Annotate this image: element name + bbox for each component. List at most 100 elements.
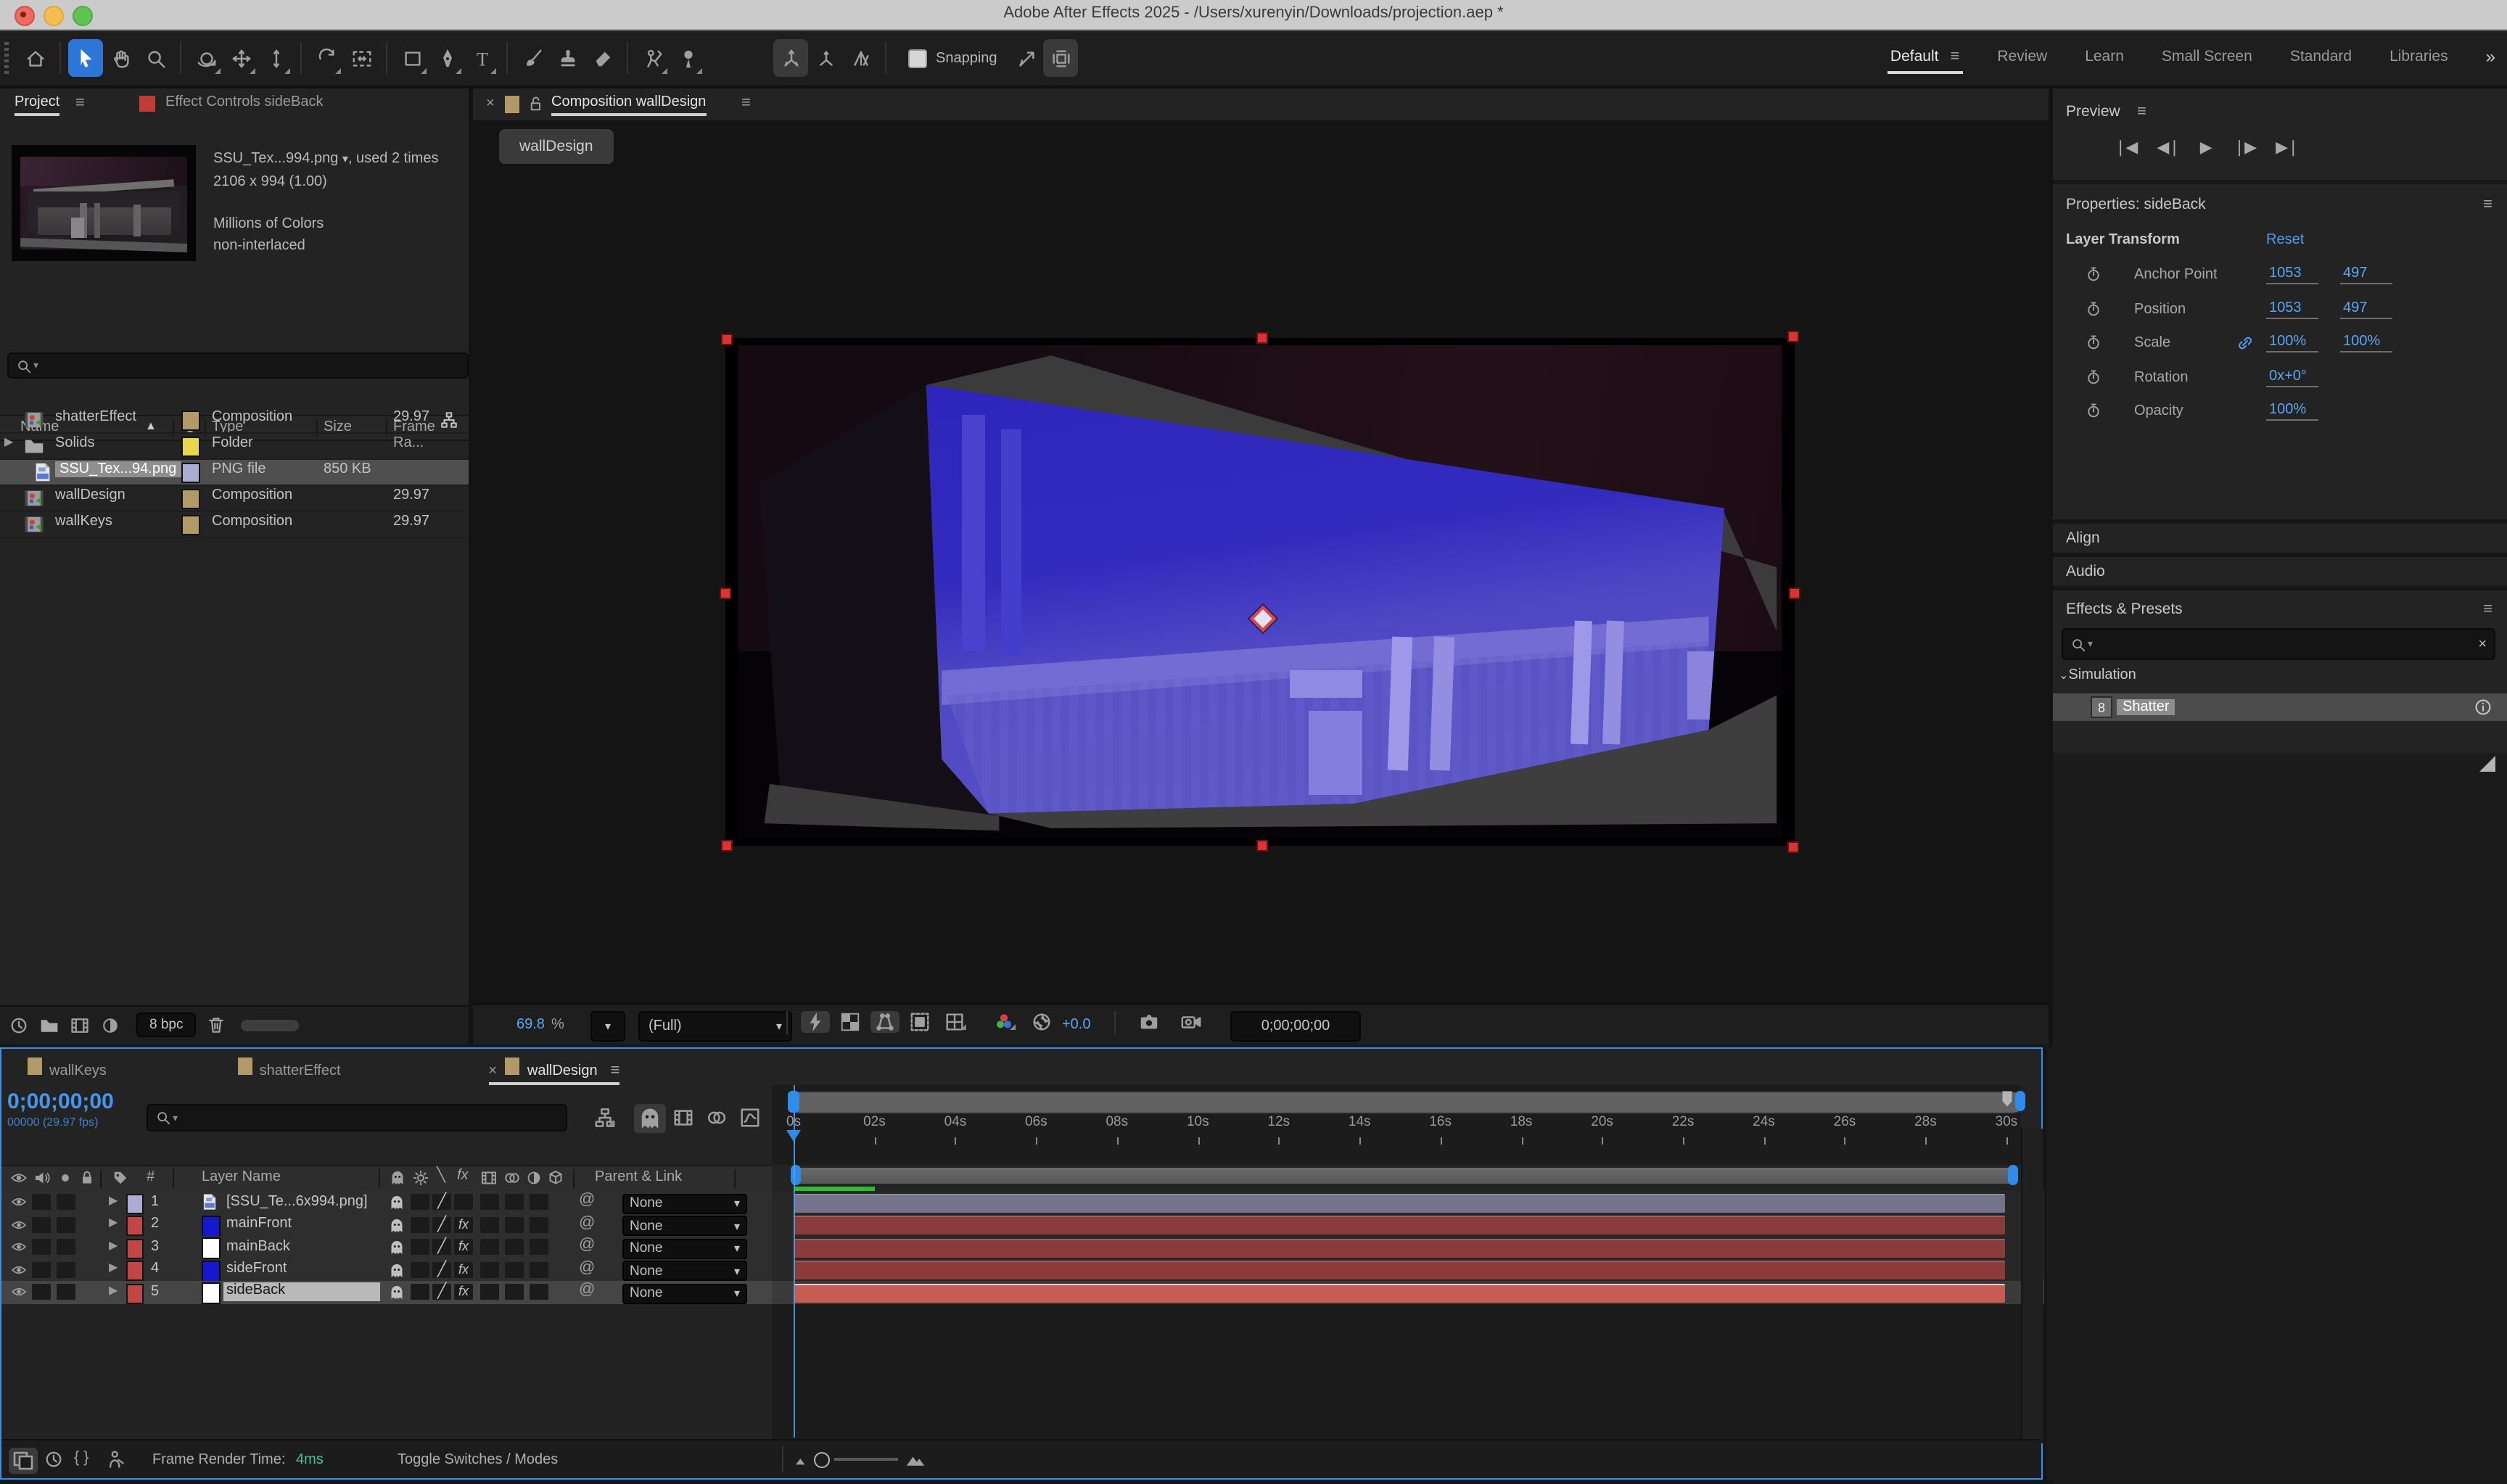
layer-name[interactable]: sideBack (223, 1283, 380, 1302)
toolbar-grip[interactable] (4, 42, 9, 74)
parent-pickwhip-icon[interactable]: @ (579, 1191, 595, 1208)
timeline-zoom-track[interactable] (834, 1458, 898, 1461)
layer-shy-icon[interactable] (387, 1262, 406, 1279)
work-area-bar[interactable] (794, 1168, 2015, 1184)
shy-toggle-icon[interactable] (634, 1104, 666, 1133)
effects-category-simulation[interactable]: ⌄Simulation (2059, 667, 2136, 683)
layer-label-swatch[interactable] (126, 1216, 144, 1236)
workspace-overflow-icon[interactable]: » (2486, 46, 2492, 67)
comp-breadcrumb-button[interactable]: wallDesign (499, 129, 614, 164)
effects-panel-menu-icon[interactable]: ≡ (2483, 601, 2492, 618)
current-time-indicator-arrow[interactable] (786, 1130, 801, 1142)
label-swatch[interactable] (181, 489, 200, 509)
expand-inout-panes-icon[interactable]: { } (74, 1449, 91, 1467)
axisW-mode-icon[interactable] (808, 39, 843, 77)
solid-color-swatch[interactable] (202, 1261, 221, 1282)
layer-name[interactable]: mainFront (226, 1216, 292, 1232)
project-item-wallkeys[interactable]: wallKeysComposition29.97 (0, 512, 469, 538)
layer-visibility-icon[interactable] (10, 1194, 28, 1210)
new-folder-icon[interactable] (39, 1015, 59, 1036)
interpret-footage-icon[interactable] (9, 1015, 29, 1036)
channels-icon[interactable] (989, 1011, 1018, 1033)
parent-pickwhip-icon[interactable]: @ (579, 1282, 595, 1299)
collapse-column-icon[interactable] (412, 1169, 429, 1187)
panel-grip-icon[interactable] (2479, 756, 2495, 772)
info-icon[interactable] (2474, 698, 2492, 717)
tab-composition[interactable]: Composition wallDesign (551, 94, 706, 110)
layer-row-4[interactable]: ▶4sideFront╱fx@None▾ (1, 1259, 772, 1283)
recttool-tool-icon[interactable] (395, 39, 429, 77)
close-tab-icon[interactable]: × (488, 1063, 497, 1079)
layer-quality-icon[interactable]: ╱ (432, 1194, 451, 1210)
snapping-checkbox[interactable] (908, 49, 927, 67)
lock-column-icon[interactable] (78, 1169, 96, 1187)
play-button[interactable]: ▶ (2200, 138, 2212, 157)
selection-handle[interactable] (1256, 840, 1267, 852)
effect-item-shatter[interactable]: 8 Shatter (2053, 693, 2507, 721)
project-panel-menu-icon[interactable]: ≡ (75, 94, 85, 112)
layer-expander-icon[interactable]: ▶ (109, 1238, 118, 1251)
transform-value-y[interactable]: 497 (2340, 300, 2392, 318)
solid-color-swatch[interactable] (202, 1215, 221, 1237)
layer-visibility-icon[interactable] (10, 1285, 28, 1300)
stopwatch-icon[interactable] (2085, 402, 2102, 419)
audio-column-icon[interactable] (33, 1169, 51, 1187)
selection-handle[interactable] (720, 588, 731, 599)
layer-duration-bar[interactable] (794, 1216, 2005, 1234)
fx-column-icon[interactable]: fx (457, 1168, 469, 1184)
transform-value-x[interactable]: 1053 (2266, 265, 2318, 284)
pen-tool-icon[interactable] (429, 39, 464, 77)
parent-pickwhip-icon[interactable]: @ (579, 1259, 595, 1277)
expand-transfer-controls-icon[interactable] (44, 1449, 64, 1469)
axisL-mode-icon[interactable] (773, 39, 808, 77)
project-item-shattereffect[interactable]: shatterEffectComposition29.97 (0, 408, 469, 434)
graph-editor-icon[interactable] (738, 1107, 762, 1129)
show-snapshot-icon[interactable] (1175, 1011, 1207, 1033)
parent-link-dropdown[interactable]: None▾ (622, 1193, 747, 1213)
layer-track-2[interactable] (772, 1213, 2044, 1237)
adjustment-icon[interactable] (100, 1015, 120, 1036)
work-area-end-handle[interactable] (2008, 1165, 2018, 1185)
work-area-start-handle[interactable] (791, 1165, 801, 1185)
transparency-grid-icon[interactable] (836, 1011, 865, 1033)
audio-title[interactable]: Audio (2066, 563, 2105, 580)
layer-name[interactable]: sideFront (226, 1261, 287, 1277)
cube-3d-column-icon[interactable] (547, 1169, 564, 1187)
zoom-value[interactable]: 69.8 (516, 1011, 545, 1039)
timeline-ruler[interactable]: 0s02s04s06s08s10s12s14s16s18s20s22s24s26… (772, 1085, 2021, 1165)
project-search-input[interactable]: ▾ (7, 353, 469, 379)
timeline-vertical-scrollbar[interactable] (2021, 1129, 2043, 1443)
layer-fx-icon[interactable]: fx (454, 1262, 473, 1278)
layer-duration-bar[interactable] (794, 1238, 2005, 1257)
label-swatch[interactable] (181, 463, 200, 483)
parent-link-dropdown[interactable]: None▾ (622, 1261, 747, 1282)
axisV-mode-icon[interactable] (843, 39, 878, 77)
comp-marker-bin-icon[interactable] (1998, 1088, 2017, 1110)
timeline-timecode-block[interactable]: 0;00;00;00 00000 (29.97 fps) (7, 1089, 138, 1129)
workspace-tab-small-screen[interactable]: Small Screen (2162, 33, 2252, 80)
transform-value-x[interactable]: 100% (2266, 402, 2318, 421)
layer-quality-icon[interactable]: ╱ (432, 1285, 451, 1300)
layer-name[interactable]: mainBack (226, 1238, 290, 1254)
fast-previews-icon[interactable] (801, 1011, 830, 1033)
tab-effect-controls[interactable]: Effect Controls sideBack (165, 94, 324, 110)
transform-value-y[interactable]: 100% (2340, 334, 2392, 353)
label-swatch[interactable] (181, 515, 200, 535)
workspace-tab-libraries[interactable]: Libraries (2389, 33, 2448, 80)
stopwatch-icon[interactable] (2085, 300, 2102, 317)
stamp-tool-icon[interactable] (550, 39, 585, 77)
layer-expander-icon[interactable]: ▶ (109, 1284, 118, 1297)
layer-quality-icon[interactable]: ╱ (432, 1262, 451, 1278)
render-multi-frame-icon[interactable] (106, 1449, 126, 1469)
project-item-ssu-tex-94-png[interactable]: SSU_Tex...94.pngPNG file850 KB (0, 460, 469, 486)
zoom-in-icon[interactable] (904, 1449, 927, 1469)
selection-handle[interactable] (721, 840, 733, 852)
workspace-tab-review[interactable]: Review (1997, 33, 2047, 80)
transform-value-y[interactable]: 497 (2340, 265, 2392, 284)
resolution-select[interactable]: (Full)▾ (638, 1011, 792, 1042)
type-tool-icon[interactable]: T (464, 39, 499, 77)
shy-column-icon[interactable] (389, 1169, 406, 1187)
current-time-indicator[interactable] (788, 1091, 799, 1113)
selection-handle[interactable] (1789, 588, 1800, 599)
selection-handle[interactable] (721, 334, 733, 345)
